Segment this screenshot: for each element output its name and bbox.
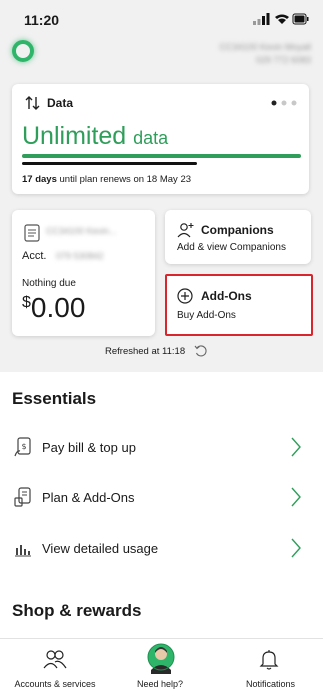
companions-title: Companions	[201, 223, 274, 237]
bottom-nav: Accounts & services Need help? Notificat…	[0, 638, 323, 700]
data-usage-bar	[22, 154, 301, 158]
account-header[interactable]: CC34100 Kevin Moyall 029 772 6083	[219, 41, 311, 67]
currency-symbol: $	[22, 294, 31, 311]
essentials-item-pay-bill[interactable]: $ Pay bill & top up	[0, 423, 323, 473]
account-phone: 029 772 6083	[255, 55, 311, 65]
addons-subtitle: Buy Add-Ons	[177, 310, 236, 321]
data-card[interactable]: Data Unlimited data 17 days until plan r…	[12, 84, 309, 194]
essentials-item-plan-addons[interactable]: Plan & Add-Ons	[0, 473, 323, 523]
essentials-item-label: View detailed usage	[42, 541, 159, 556]
data-transfer-icon	[25, 96, 40, 110]
addons-card-body	[169, 278, 309, 332]
carousel-dots[interactable]	[271, 100, 297, 106]
shop-rewards-heading: Shop & rewards	[12, 601, 142, 620]
nav-label: Need help?	[136, 679, 184, 689]
chevron-right-icon	[291, 437, 301, 457]
bill-document-icon	[24, 224, 40, 242]
account-number: 079 530842	[56, 251, 104, 261]
nav-need-help[interactable]: Need help?	[115, 639, 205, 700]
status-bar: 11:20	[0, 0, 323, 34]
usage-chart-icon	[15, 545, 31, 557]
bell-icon	[259, 650, 279, 670]
data-headline-suffix: data	[133, 128, 169, 148]
data-headline-main: Unlimited	[22, 122, 127, 150]
addons-title: Add-Ons	[201, 289, 252, 303]
plan-icon	[14, 487, 31, 507]
status-time: 11:20	[24, 12, 60, 28]
addons-card[interactable]: Add-Ons Buy Add-Ons	[165, 274, 313, 336]
account-card-name: CC34100 Kevin...	[46, 226, 117, 236]
chevron-right-icon	[291, 487, 301, 507]
plan-period-bar	[22, 162, 197, 165]
renew-text: 17 days until plan renews on 18 May 23	[22, 174, 191, 185]
essentials-item-usage[interactable]: View detailed usage	[0, 524, 323, 574]
nav-label: Notifications	[245, 679, 296, 689]
companions-card[interactable]: Companions Add & view Companions	[165, 210, 311, 264]
amount-due: $0.00	[22, 292, 85, 324]
refresh-icon[interactable]	[194, 344, 208, 358]
add-person-icon	[177, 223, 194, 238]
essentials-item-label: Plan & Add-Ons	[42, 490, 135, 505]
renew-days: 17 days	[22, 174, 57, 185]
refreshed-text: Refreshed at 11:18	[105, 346, 186, 357]
plus-circle-icon	[177, 288, 193, 304]
data-card-title: Data	[47, 96, 74, 110]
people-icon	[43, 650, 67, 669]
amount-value: 0.00	[30, 292, 86, 323]
companions-subtitle: Add & view Companions	[177, 242, 286, 253]
account-card[interactable]: CC34100 Kevin... Acct. 079 530842 Nothin…	[12, 210, 155, 336]
chevron-right-icon	[291, 538, 301, 558]
essentials-item-label: Pay bill & top up	[42, 440, 136, 455]
status-icons	[253, 13, 309, 25]
renew-detail: until plan renews on 18 May 23	[59, 174, 192, 185]
data-headline: Unlimited data	[22, 122, 168, 151]
account-label: Acct.	[22, 250, 47, 262]
nav-accounts-services[interactable]: Accounts & services	[0, 639, 110, 700]
account-name: CC34100 Kevin Moyall	[219, 42, 311, 52]
bill-icon: $	[14, 437, 31, 457]
due-label: Nothing due	[22, 278, 76, 289]
nav-label: Accounts & services	[14, 679, 96, 689]
essentials-heading: Essentials	[12, 389, 97, 408]
brand-logo	[12, 40, 34, 62]
nav-notifications[interactable]: Notifications	[218, 639, 323, 700]
help-avatar-icon	[147, 643, 175, 674]
svg-text:$: $	[21, 442, 26, 451]
